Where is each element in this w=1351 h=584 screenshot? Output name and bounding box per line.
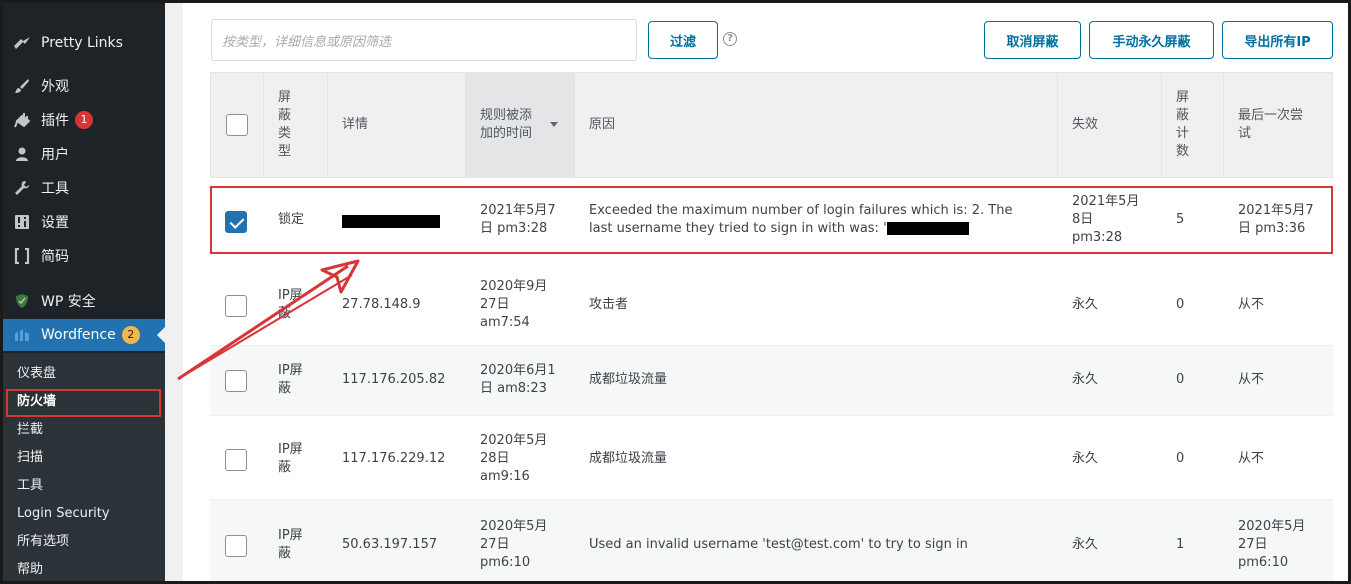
- row-checkbox[interactable]: [225, 449, 247, 471]
- submenu-help[interactable]: 帮助: [17, 558, 43, 582]
- shield-icon: [13, 292, 31, 310]
- header-rule-added[interactable]: 规则被添加的时间: [466, 73, 575, 177]
- submenu-scan[interactable]: 扫描: [17, 446, 43, 470]
- header-block-count[interactable]: 屏蔽计数: [1162, 73, 1224, 177]
- table-row[interactable]: 锁定 2021年5月7日 pm3:28 Exceeded the maximum…: [210, 189, 1333, 254]
- header-select-all-cell: [211, 73, 264, 177]
- plugin-icon: [13, 111, 31, 129]
- submenu-blocking[interactable]: 拦截: [17, 418, 43, 442]
- row-checkbox[interactable]: [225, 295, 247, 317]
- export-all-ips-button[interactable]: 导出所有IP: [1222, 21, 1333, 59]
- cell-count: 5: [1176, 212, 1185, 227]
- user-icon: [13, 145, 31, 163]
- menu-tools[interactable]: 工具: [3, 172, 165, 204]
- cell-last-attempt: 2020年5月27日 pm6:10: [1238, 519, 1306, 570]
- filter-button[interactable]: 过滤: [648, 21, 718, 59]
- menu-settings[interactable]: 设置: [3, 206, 165, 238]
- admin-sidebar: Pretty Links 外观 插件 1 用户 工具 设置 简码 WP 安全 W…: [3, 3, 165, 583]
- cell-type: IP屏蔽: [278, 363, 303, 396]
- cell-added: 2021年5月7日 pm3:28: [480, 203, 556, 236]
- row-checkbox[interactable]: [225, 211, 247, 233]
- filter-placeholder: 按类型，详细信息或原因筛选: [222, 34, 392, 50]
- plugins-update-badge: 1: [75, 111, 93, 129]
- cell-last-attempt: 从不: [1238, 372, 1265, 387]
- table-row[interactable]: IP屏蔽 50.63.197.157 2020年5月27日 pm6:10 Use…: [210, 500, 1333, 581]
- header-expires[interactable]: 失效: [1058, 73, 1162, 177]
- row-checkbox[interactable]: [225, 370, 247, 392]
- cell-expires: 永久: [1072, 297, 1099, 312]
- cell-count: 1: [1176, 537, 1185, 552]
- blocks-panel: 按类型，详细信息或原因筛选 过滤 ? 取消屏蔽 手动永久屏蔽 导出所有IP 屏蔽…: [183, 3, 1348, 581]
- cell-type: IP屏蔽: [278, 442, 303, 475]
- wordfence-notification-badge: 2: [121, 326, 140, 344]
- header-block-type[interactable]: 屏蔽类型: [264, 73, 328, 177]
- paintbrush-icon: [13, 77, 31, 95]
- cell-type: IP屏蔽: [278, 288, 303, 321]
- cell-reason: Used an invalid username 'test@test.com'…: [589, 537, 968, 552]
- cell-added: 2020年6月1日 am8:23: [480, 363, 556, 396]
- active-menu-indicator: [157, 327, 165, 343]
- cell-count: 0: [1176, 372, 1185, 387]
- cell-reason: 攻击者: [589, 297, 629, 312]
- cell-added: 2020年5月28日 am9:16: [480, 433, 548, 484]
- wordfence-icon: [13, 326, 31, 344]
- menu-wordfence[interactable]: Wordfence 2: [3, 319, 165, 351]
- cell-expires: 永久: [1072, 451, 1099, 466]
- main-content: 按类型，详细信息或原因筛选 过滤 ? 取消屏蔽 手动永久屏蔽 导出所有IP 屏蔽…: [165, 3, 1348, 581]
- redacted-detail: [342, 215, 440, 228]
- cell-last-attempt: 从不: [1238, 451, 1265, 466]
- redacted-username: [886, 222, 969, 235]
- cell-last-attempt: 从不: [1238, 297, 1265, 312]
- pretty-links-icon: [13, 34, 31, 52]
- settings-icon: [13, 213, 31, 231]
- firewall-annotation-box: [6, 389, 161, 417]
- cell-expires: 永久: [1072, 372, 1099, 387]
- cell-detail: 50.63.197.157: [342, 537, 438, 552]
- table-row[interactable]: IP屏蔽 27.78.148.9 2020年9月27日 am7:54 攻击者 永…: [210, 262, 1333, 346]
- menu-shortcodes[interactable]: 简码: [3, 240, 165, 272]
- sort-desc-icon: [550, 122, 558, 127]
- cell-added: 2020年9月27日 am7:54: [480, 279, 548, 330]
- help-icon[interactable]: ?: [723, 32, 737, 46]
- cell-expires: 永久: [1072, 537, 1099, 552]
- menu-users[interactable]: 用户: [3, 138, 165, 170]
- unblock-button[interactable]: 取消屏蔽: [984, 21, 1081, 59]
- table-row[interactable]: IP屏蔽 117.176.229.12 2020年5月28日 am9:16 成都…: [210, 416, 1333, 500]
- select-all-checkbox[interactable]: [226, 114, 248, 136]
- wrench-icon: [13, 179, 31, 197]
- cell-detail: 117.176.229.12: [342, 451, 446, 466]
- submenu-all-options[interactable]: 所有选项: [17, 530, 69, 554]
- table-row[interactable]: IP屏蔽 117.176.205.82 2020年6月1日 am8:23 成都垃…: [210, 346, 1333, 416]
- submenu-tools[interactable]: 工具: [17, 474, 43, 498]
- submenu-dashboard[interactable]: 仪表盘: [17, 362, 56, 386]
- header-reason[interactable]: 原因: [575, 73, 1058, 177]
- cell-reason: 成都垃圾流量: [589, 451, 668, 466]
- cell-detail: [342, 213, 440, 231]
- filter-input[interactable]: 按类型，详细信息或原因筛选: [211, 19, 637, 61]
- row-checkbox[interactable]: [225, 535, 247, 557]
- menu-appearance[interactable]: 外观: [3, 70, 165, 102]
- cell-count: 0: [1176, 297, 1185, 312]
- shortcode-icon: [13, 247, 31, 265]
- cell-type: IP屏蔽: [278, 528, 303, 561]
- cell-count: 0: [1176, 451, 1185, 466]
- cell-added: 2020年5月27日 pm6:10: [480, 519, 548, 570]
- wordfence-submenu: 仪表盘 防火墙 拦截 扫描 工具 Login Security 所有选项 帮助: [3, 353, 165, 583]
- make-permanent-button[interactable]: 手动永久屏蔽: [1089, 21, 1214, 59]
- cell-reason: 成都垃圾流量: [589, 372, 668, 387]
- cell-detail: 27.78.148.9: [342, 297, 421, 312]
- cell-detail: 117.176.205.82: [342, 372, 446, 387]
- cell-last-attempt: 2021年5月7日 pm3:36: [1238, 203, 1314, 236]
- cell-reason: Exceeded the maximum number of login fai…: [589, 203, 1013, 236]
- cell-type: 锁定: [278, 212, 305, 227]
- menu-wp-security[interactable]: WP 安全: [3, 285, 165, 317]
- cell-expires: 2021年5月8日 pm3:28: [1072, 194, 1140, 245]
- submenu-login-security[interactable]: Login Security: [17, 502, 110, 526]
- header-last-attempt[interactable]: 最后一次尝试: [1224, 73, 1334, 177]
- table-header: 屏蔽类型 详情 规则被添加的时间 原因 失效 屏蔽计数 最后一次尝试: [210, 72, 1333, 178]
- menu-plugins[interactable]: 插件 1: [3, 104, 165, 136]
- header-detail[interactable]: 详情: [328, 73, 466, 177]
- menu-pretty-links[interactable]: Pretty Links: [3, 27, 165, 59]
